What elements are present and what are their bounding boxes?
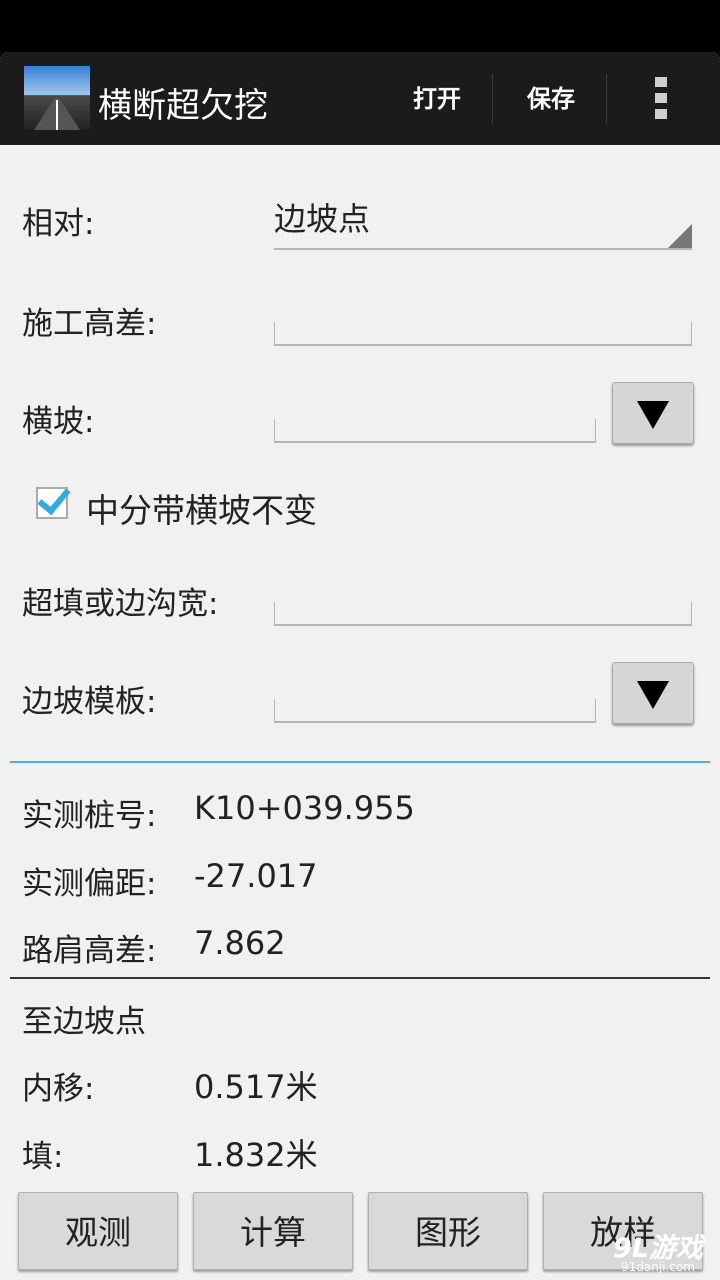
relative-spinner[interactable]: 边坡点 (274, 190, 692, 250)
triangle-down-icon (637, 681, 669, 709)
relative-label: 相对: (22, 206, 95, 242)
cross-slope-input[interactable] (274, 419, 596, 443)
overfill-label: 超填或边沟宽: (22, 586, 219, 622)
watermark-sub: 91danji.com (621, 1260, 695, 1274)
offset-label: 实测偏距: (22, 866, 157, 902)
app-title: 横断超欠挖 (98, 86, 268, 126)
slope-template-label: 边坡模板: (22, 684, 157, 720)
median-checkbox-label[interactable]: 中分带横坡不变 (86, 484, 317, 532)
watermark-logo: 9L游戏 91danji.com (605, 1222, 720, 1280)
median-checkbox[interactable] (36, 480, 71, 519)
cross-slope-dropdown-button[interactable] (612, 382, 694, 444)
inward-value: 0.517米 (194, 1068, 318, 1106)
offset-value: -27.017 (194, 857, 318, 895)
app-screen: 横断超欠挖 打开 保存 相对: 边坡点 施工高差: 横坡: 中分带横坡不变 超填… (0, 52, 720, 1280)
action-separator (606, 74, 607, 124)
construction-height-label: 施工高差: (22, 306, 157, 342)
slope-template-dropdown-button[interactable] (612, 662, 694, 724)
station-value: K10+039.955 (194, 789, 415, 827)
spinner-corner-icon (668, 224, 692, 248)
lane-line (56, 100, 58, 130)
triangle-down-icon (637, 401, 669, 429)
shoulder-label: 路肩高差: (22, 933, 157, 969)
save-button[interactable]: 保存 (518, 74, 584, 124)
road-icon[interactable] (24, 66, 90, 130)
slope-template-input[interactable] (274, 699, 596, 723)
overflow-menu-icon[interactable] (655, 77, 669, 123)
construction-height-input[interactable] (274, 322, 692, 346)
result-divider (10, 977, 710, 979)
action-bar: 横断超欠挖 打开 保存 (0, 52, 720, 145)
graph-button[interactable]: 图形 (368, 1192, 528, 1270)
observe-button[interactable]: 观测 (18, 1192, 178, 1270)
calculate-button[interactable]: 计算 (193, 1192, 353, 1270)
shoulder-value: 7.862 (194, 924, 286, 962)
fill-label: 填: (22, 1139, 64, 1175)
open-button[interactable]: 打开 (404, 74, 470, 124)
section-divider (10, 761, 710, 763)
result-heading: 至边坡点 (22, 1004, 146, 1040)
cross-slope-label: 横坡: (22, 404, 95, 440)
relative-value: 边坡点 (274, 200, 371, 238)
fill-value: 1.832米 (194, 1136, 318, 1174)
overfill-input[interactable] (274, 602, 692, 626)
inward-label: 内移: (22, 1071, 95, 1107)
action-separator (492, 74, 493, 124)
station-label: 实测桩号: (22, 798, 157, 834)
checkmark-icon (37, 480, 71, 516)
